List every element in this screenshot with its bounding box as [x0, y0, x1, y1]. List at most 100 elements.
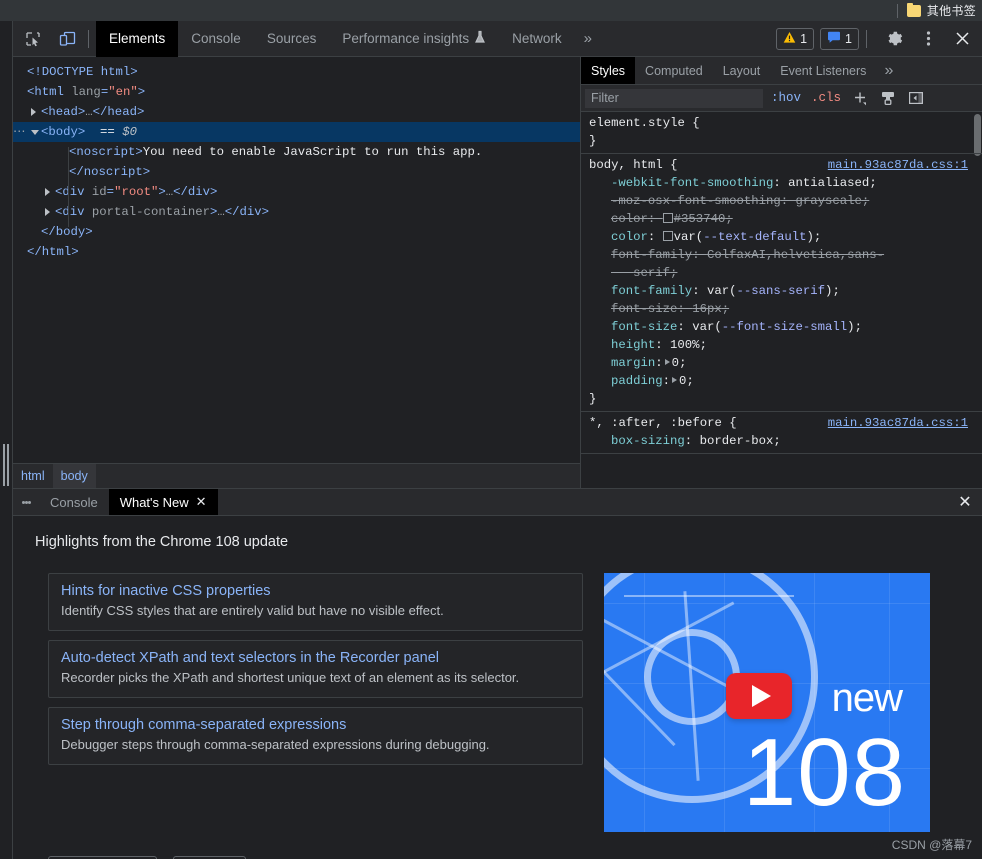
tab-layout[interactable]: Layout: [713, 57, 771, 84]
folder-icon[interactable]: [906, 2, 921, 17]
watermark: CSDN @落幕7: [891, 838, 972, 852]
whats-new-card-title[interactable]: Step through comma-separated expressions: [61, 717, 570, 733]
panel-resize-handle[interactable]: [2, 444, 10, 486]
devtools-screenshot: 其他书签 Elements Console Sources Performanc…: [0, 0, 982, 859]
more-sidebar-tabs-icon[interactable]: »: [876, 57, 901, 84]
warning-badge[interactable]: 1: [776, 27, 815, 50]
warning-count: 1: [800, 31, 808, 46]
tab-network[interactable]: Network: [499, 21, 575, 57]
collapse-arrow-icon[interactable]: [31, 130, 39, 139]
other-bookmarks-label[interactable]: 其他书签: [927, 2, 976, 19]
style-declaration[interactable]: color: var(--text-default);: [589, 228, 982, 246]
tab-styles[interactable]: Styles: [581, 57, 636, 84]
dom-node[interactable]: <div portal-container>…</div>: [13, 202, 580, 222]
style-declaration[interactable]: -webkit-font-smoothing: antialiased;: [589, 174, 982, 192]
breadcrumb-item-html[interactable]: html: [13, 464, 53, 489]
style-declaration-overridden[interactable]: color: #353740;: [589, 210, 982, 228]
dom-node[interactable]: </body>: [13, 222, 580, 242]
styles-sidebar: Styles Computed Layout Event Listeners »…: [580, 57, 982, 488]
dom-node[interactable]: <div id="root">…</div>: [13, 182, 580, 202]
whats-new-card-description: Recorder picks the XPath and shortest un…: [61, 670, 520, 685]
style-declaration[interactable]: font-family: var(--sans-serif);: [589, 282, 982, 300]
tab-console[interactable]: Console: [178, 21, 254, 57]
style-source-link[interactable]: main.93ac87da.css:1: [828, 156, 968, 174]
more-panels-icon[interactable]: »: [575, 21, 601, 57]
dom-node[interactable]: <html lang="en">: [13, 82, 580, 102]
whats-new-video-thumbnail[interactable]: new 108: [604, 573, 930, 832]
style-declaration[interactable]: font-size: var(--font-size-small);: [589, 318, 982, 336]
style-rule-selector[interactable]: element.style {: [589, 114, 982, 132]
style-rule[interactable]: body, html {main.93ac87da.css:1 -webkit-f…: [581, 154, 982, 412]
whats-new-heading: Highlights from the Chrome 108 update: [35, 534, 289, 550]
style-declaration[interactable]: box-sizing: border-box;: [589, 432, 982, 450]
breadcrumb: html body: [13, 463, 580, 489]
plus-new-style-rule-icon[interactable]: [849, 88, 871, 108]
style-source-link[interactable]: main.93ac87da.css:1: [828, 414, 968, 432]
message-badge[interactable]: 1: [820, 27, 859, 50]
youtube-play-icon[interactable]: [726, 673, 792, 719]
drawer-tab-whats-new[interactable]: What's New ✕: [108, 489, 218, 515]
dom-node[interactable]: </html>: [13, 242, 580, 262]
style-declaration[interactable]: margin: 0;: [589, 354, 982, 372]
element-classes-button[interactable]: .cls: [809, 91, 843, 105]
style-rule[interactable]: *, :after, :before {main.93ac87da.css:1 b…: [581, 412, 982, 454]
styles-rules-list[interactable]: element.style {} body, html {main.93ac87d…: [581, 112, 982, 488]
kebab-menu-icon[interactable]: [914, 26, 942, 52]
drawer-tab-console[interactable]: Console: [39, 489, 109, 515]
whats-new-card[interactable]: Hints for inactive CSS properties Identif…: [48, 573, 583, 631]
style-declaration[interactable]: height: 100%;: [589, 336, 982, 354]
force-state-hov-button[interactable]: :hov: [769, 91, 803, 105]
dom-node[interactable]: <head>…</head>: [13, 102, 580, 122]
expand-arrow-icon[interactable]: [45, 208, 50, 216]
toggle-sidebar-icon[interactable]: [905, 88, 927, 108]
dom-node[interactable]: <noscript>You need to enable JavaScript …: [13, 142, 580, 162]
tab-performance-insights[interactable]: Performance insights: [329, 21, 499, 57]
flask-experiment-icon: [474, 30, 486, 47]
expand-arrow-icon[interactable]: [45, 188, 50, 196]
style-declaration-overridden[interactable]: serif;: [589, 264, 982, 282]
gear-icon[interactable]: [880, 26, 908, 52]
close-icon[interactable]: [948, 26, 976, 52]
tab-event-listeners-label: Event Listeners: [780, 63, 867, 78]
whats-new-card-title[interactable]: Hints for inactive CSS properties: [61, 583, 570, 599]
tab-event-listeners[interactable]: Event Listeners: [770, 57, 876, 84]
style-declaration-overridden[interactable]: -moz-osx-font-smoothing: grayscale;: [589, 192, 982, 210]
paint-brush-icon[interactable]: [877, 88, 899, 108]
tab-sources[interactable]: Sources: [254, 21, 330, 57]
device-toolbar-icon[interactable]: [53, 26, 81, 52]
dom-node-selected[interactable]: ⋯ <body> == $0: [13, 122, 580, 142]
style-declaration-overridden[interactable]: font-family: ColfaxAI,helvetica,sans-: [589, 246, 982, 264]
style-declaration-overridden[interactable]: font-size: 16px;: [589, 300, 982, 318]
drawer-tab-console-label: Console: [50, 494, 98, 510]
devtools-drawer: Console What's New ✕ ✕ Highlights from t…: [13, 488, 982, 859]
promo-new-label: new: [831, 676, 903, 720]
close-drawer-icon[interactable]: ✕: [948, 489, 982, 515]
whats-new-card-title[interactable]: Auto-detect XPath and text selectors in …: [61, 650, 570, 666]
tab-elements[interactable]: Elements: [96, 20, 179, 57]
styles-filter-bar: :hov .cls: [581, 85, 982, 112]
style-declaration[interactable]: padding: 0;: [589, 372, 982, 390]
dom-node[interactable]: <!DOCTYPE html>: [13, 62, 580, 82]
style-rule-selector[interactable]: body, html {main.93ac87da.css:1: [589, 156, 982, 174]
breadcrumb-item-body[interactable]: body: [52, 463, 96, 489]
devtools-panel-tabs: Elements Console Sources Performance ins…: [96, 20, 601, 57]
drawer-more-tools-icon[interactable]: [13, 489, 39, 515]
whats-new-card[interactable]: Step through comma-separated expressions…: [48, 707, 583, 765]
style-rule-close-brace: }: [589, 392, 597, 406]
dom-node[interactable]: </noscript>: [13, 162, 580, 182]
bookmarks-divider: [896, 3, 898, 18]
tab-computed-label: Computed: [645, 63, 703, 78]
whats-new-card[interactable]: Auto-detect XPath and text selectors in …: [48, 640, 583, 698]
style-rule[interactable]: element.style {}: [581, 112, 982, 154]
toolbar-divider-right: [866, 29, 867, 48]
style-rule-selector[interactable]: *, :after, :before {main.93ac87da.css:1: [589, 414, 982, 432]
dom-tree-panel[interactable]: <!DOCTYPE html> <html lang="en"> <head>…</…: [13, 57, 580, 463]
message-bubble-icon: [827, 31, 841, 47]
inspect-element-icon[interactable]: [19, 26, 47, 52]
promo-version-label: 108: [742, 718, 906, 826]
tab-computed[interactable]: Computed: [635, 57, 713, 84]
drawer-tab-whats-new-label: What's New: [119, 494, 189, 510]
expand-arrow-icon[interactable]: [31, 108, 36, 116]
close-whats-new-tab-icon[interactable]: ✕: [196, 494, 207, 510]
styles-filter-input[interactable]: [585, 88, 763, 108]
